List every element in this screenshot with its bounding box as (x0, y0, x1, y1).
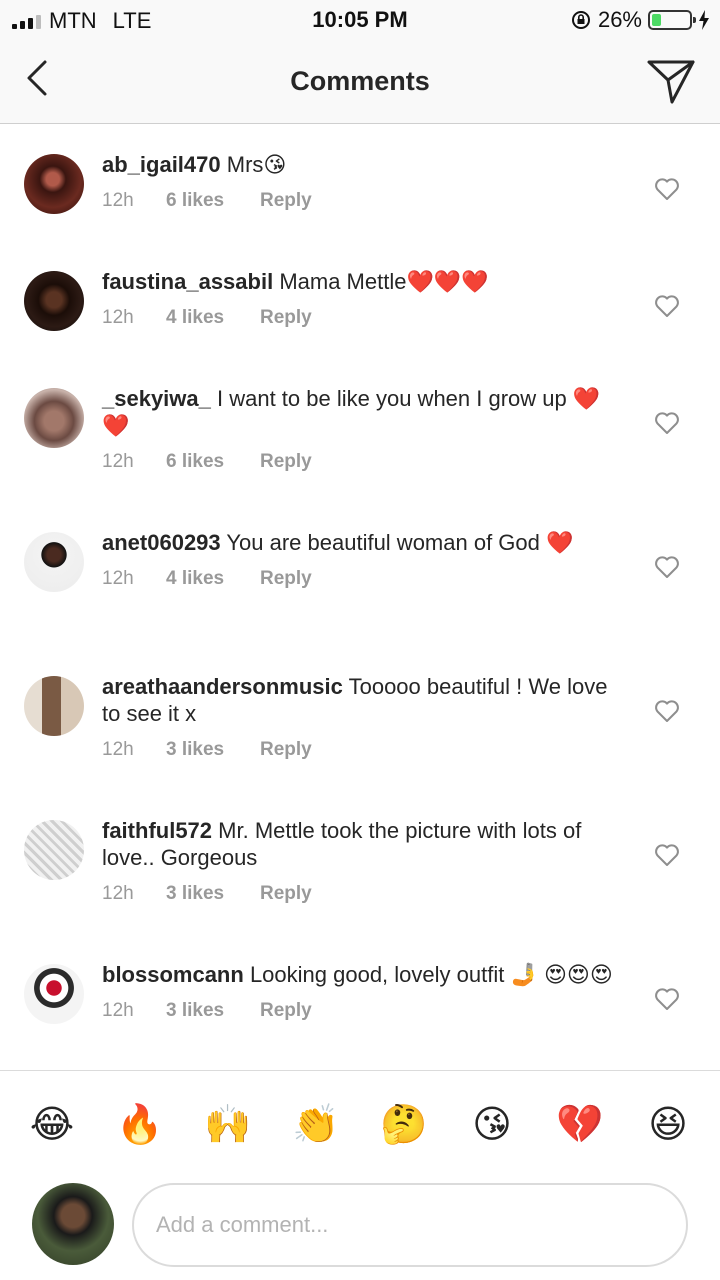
reply-button[interactable]: Reply (260, 190, 312, 212)
comment-meta: 12h 3 likes Reply (102, 1000, 622, 1022)
heart-icon[interactable] (654, 411, 680, 435)
comment-likes[interactable]: 6 likes (166, 451, 260, 473)
comment-time: 12h (102, 307, 134, 328)
avatar[interactable] (24, 964, 84, 1024)
emoji-joy-button[interactable]: 😂 (22, 1101, 82, 1149)
page-title: Comments (290, 66, 430, 96)
comment-username[interactable]: ab_igail470 (102, 152, 221, 177)
comment-meta: 12h 3 likes Reply (102, 739, 622, 761)
emoji-raised-hands-button[interactable]: 🙌 (198, 1101, 258, 1149)
navigation-header: Comments (0, 40, 720, 124)
orientation-lock-icon (571, 11, 590, 29)
comment-username[interactable]: faustina_assabil (102, 269, 273, 294)
comment-text: faithful572 Mr. Mettle took the picture … (102, 817, 622, 871)
comment-likes[interactable]: 6 likes (166, 190, 260, 212)
heart-icon[interactable] (654, 699, 680, 723)
comment-item: areathaandersonmusic Tooooo beautiful ! … (0, 647, 720, 791)
comment-item: faustina_assabil Mama Mettle❤️❤️❤️ 12h 4… (0, 242, 720, 359)
share-button[interactable] (644, 54, 698, 108)
reply-button[interactable]: Reply (260, 568, 312, 590)
emoji-clap-button[interactable]: 👏 (286, 1101, 346, 1149)
comment-item: faithful572 Mr. Mettle took the picture … (0, 791, 720, 935)
heart-icon[interactable] (654, 177, 680, 201)
comment-text: ab_igail470 Mrs😘 (102, 151, 622, 178)
comment-meta: 12h 6 likes Reply (102, 190, 622, 212)
battery-percent: 26% (597, 7, 642, 32)
emoji-fire-button[interactable]: 🔥 (110, 1101, 170, 1149)
comment-time: 12h (102, 883, 134, 904)
comment-meta: 12h 4 likes Reply (102, 307, 622, 329)
emoji-laughing-button[interactable]: 😆 (638, 1101, 698, 1149)
avatar[interactable] (24, 154, 84, 214)
comment-message: You are beautiful woman of God ❤️ (226, 530, 574, 555)
reply-button[interactable]: Reply (260, 1000, 312, 1022)
avatar[interactable] (24, 532, 84, 592)
comment-message: Mama Mettle❤️❤️❤️ (279, 269, 489, 294)
current-user-avatar (32, 1183, 114, 1265)
avatar[interactable] (24, 388, 84, 448)
comment-likes[interactable]: 4 likes (166, 307, 260, 329)
comment-text: _sekyiwa_ I want to be like you when I g… (102, 385, 622, 439)
comment-username[interactable]: anet060293 (102, 530, 221, 555)
comment-composer: 😂 🔥 🙌 👏 🤔 😘 💔 😆 (0, 1070, 720, 1280)
comment-time: 12h (102, 739, 134, 760)
comment-item: blossomcann Looking good, lovely outfit … (0, 935, 720, 1070)
heart-icon[interactable] (654, 987, 680, 1011)
emoji-kiss-button[interactable]: 😘 (462, 1101, 522, 1149)
paper-plane-icon (647, 60, 695, 104)
comment-username[interactable]: _sekyiwa_ (102, 386, 211, 411)
comment-meta: 12h 3 likes Reply (102, 883, 622, 905)
comment-time: 12h (102, 568, 134, 589)
battery-fill (652, 14, 661, 26)
comment-likes[interactable]: 3 likes (166, 1000, 260, 1022)
comment-meta: 12h 6 likes Reply (102, 451, 622, 473)
comment-username[interactable]: blossomcann (102, 962, 244, 987)
emoji-broken-heart-button[interactable]: 💔 (550, 1101, 610, 1149)
comment-meta: 12h 4 likes Reply (102, 568, 622, 590)
comment-text: areathaandersonmusic Tooooo beautiful ! … (102, 673, 622, 727)
avatar[interactable] (24, 820, 84, 880)
status-right: 26% (570, 7, 710, 33)
comment-time: 12h (102, 451, 134, 472)
comment-input[interactable] (132, 1183, 688, 1267)
comment-item: anet060293 You are beautiful woman of Go… (0, 503, 720, 647)
heart-icon[interactable] (654, 555, 680, 579)
comment-text: anet060293 You are beautiful woman of Go… (102, 529, 622, 556)
avatar[interactable] (24, 676, 84, 736)
comment-message: Looking good, lovely outfit 🤳 😍😍😍 (249, 962, 613, 987)
heart-icon[interactable] (654, 843, 680, 867)
avatar[interactable] (24, 271, 84, 331)
battery-icon (648, 10, 696, 30)
reply-button[interactable]: Reply (260, 451, 312, 473)
status-bar: MTN LTE 10:05 PM 26% (0, 0, 720, 40)
reply-button[interactable]: Reply (260, 883, 312, 905)
heart-icon[interactable] (654, 294, 680, 318)
comment-likes[interactable]: 3 likes (166, 883, 260, 905)
comment-username[interactable]: faithful572 (102, 818, 212, 843)
comment-likes[interactable]: 3 likes (166, 739, 260, 761)
comment-item: ab_igail470 Mrs😘 12h 6 likes Reply (0, 125, 720, 242)
comment-likes[interactable]: 4 likes (166, 568, 260, 590)
charging-bolt-icon (699, 10, 709, 30)
comment-time: 12h (102, 1000, 134, 1021)
comment-time: 12h (102, 190, 134, 211)
comment-username[interactable]: areathaandersonmusic (102, 674, 343, 699)
emoji-thinking-button[interactable]: 🤔 (374, 1101, 434, 1149)
comment-text: blossomcann Looking good, lovely outfit … (102, 961, 622, 988)
reply-button[interactable]: Reply (260, 307, 312, 329)
reply-button[interactable]: Reply (260, 739, 312, 761)
comment-item: _sekyiwa_ I want to be like you when I g… (0, 359, 720, 503)
comment-message: Mrs😘 (226, 152, 287, 177)
comment-text: faustina_assabil Mama Mettle❤️❤️❤️ (102, 268, 622, 295)
